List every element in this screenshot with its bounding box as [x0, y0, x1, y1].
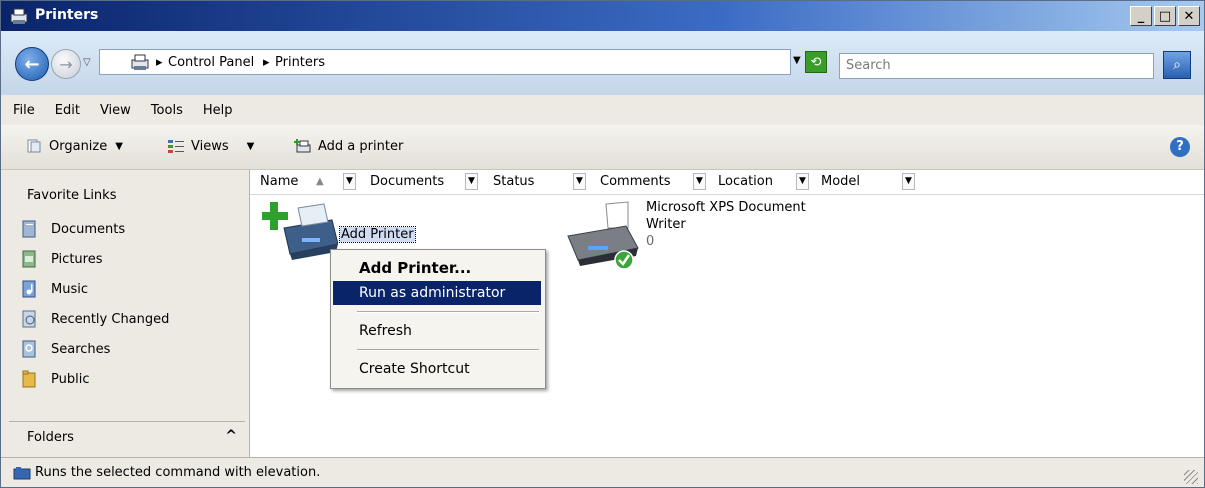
column-comments[interactable]: Comments — [600, 174, 670, 189]
printer-icon — [567, 201, 639, 270]
link-label: Recently Changed — [51, 311, 170, 327]
add-a-printer-label: Add a printer — [318, 138, 404, 154]
close-button[interactable]: ✕ — [1178, 6, 1200, 26]
address-dropdown-icon[interactable]: ▼ — [793, 55, 801, 66]
link-music[interactable]: Music — [21, 280, 88, 298]
context-menu: Add Printer... Run as administrator Refr… — [330, 249, 546, 389]
menu-help[interactable]: Help — [203, 103, 233, 118]
link-label: Public — [51, 371, 90, 387]
breadcrumb-separator-icon[interactable]: ▸ — [263, 55, 270, 70]
organize-label: Organize — [49, 138, 108, 154]
breadcrumb-separator-icon[interactable]: ▸ — [156, 55, 163, 70]
recently-changed-icon — [22, 310, 36, 328]
folders-label: Folders — [27, 429, 74, 445]
column-filter-icon[interactable]: ▼ — [796, 173, 809, 190]
add-printer-icon — [262, 202, 338, 260]
link-label: Searches — [51, 341, 111, 357]
documents-icon — [22, 220, 36, 238]
navigation-pane: Favorite Links Documents Pictures Music … — [1, 170, 250, 457]
chevron-up-icon: ^ — [225, 428, 237, 444]
music-icon — [22, 280, 36, 298]
navigation-bar: ← → ▽ ▸ Control Panel ▸ Printers ▼ ⟲ Sea… — [1, 31, 1204, 95]
ctx-create-shortcut[interactable]: Create Shortcut — [333, 357, 541, 381]
command-bar: Organize ▼ Views ▼ Add a printer ? — [1, 125, 1204, 170]
window-title: Printers — [35, 7, 99, 23]
printers-window: Printers _ □ ✕ ← → ▽ ▸ Control Panel ▸ P… — [0, 0, 1205, 488]
pictures-icon — [22, 250, 36, 268]
column-filter-icon[interactable]: ▼ — [902, 173, 915, 190]
sort-ascending-icon: ▲ — [316, 176, 324, 187]
link-label: Documents — [51, 221, 126, 237]
views-icon — [168, 140, 184, 153]
link-documents[interactable]: Documents — [21, 220, 125, 238]
printer-folder-icon — [131, 54, 149, 70]
public-folder-icon — [22, 370, 36, 388]
column-location[interactable]: Location — [718, 174, 773, 189]
link-pictures[interactable]: Pictures — [21, 250, 102, 268]
chevron-down-icon: ▼ — [246, 140, 255, 152]
breadcrumb-control-panel[interactable]: Control Panel — [168, 55, 254, 70]
ctx-add-printer[interactable]: Add Printer... — [333, 256, 541, 280]
printer-icon — [10, 8, 28, 24]
link-label: Pictures — [51, 251, 103, 267]
views-button[interactable]: Views ▼ — [167, 138, 254, 154]
search-icon[interactable]: ⌕ — [1163, 51, 1191, 79]
xps-writer-name-line1: Microsoft XPS Document — [646, 200, 806, 215]
column-status[interactable]: Status — [493, 174, 534, 189]
ctx-run-as-administrator[interactable]: Run as administrator — [333, 281, 541, 305]
add-printer-icon — [294, 139, 311, 153]
column-filter-icon[interactable]: ▼ — [573, 173, 586, 190]
search-input[interactable]: Search — [839, 53, 1154, 79]
status-bar: Runs the selected command with elevation… — [1, 457, 1204, 487]
add-printer-label: Add Printer — [339, 226, 416, 243]
xps-writer-doc-count: 0 — [646, 234, 655, 249]
minimize-button[interactable]: _ — [1130, 6, 1152, 26]
caption-buttons: _ □ ✕ — [1130, 6, 1200, 26]
address-bar[interactable]: ▸ Control Panel ▸ Printers — [99, 49, 791, 75]
elevation-icon — [13, 467, 31, 480]
ctx-refresh[interactable]: Refresh — [333, 319, 541, 343]
menu-bar: File Edit View Tools Help — [1, 95, 1204, 125]
breadcrumb-printers[interactable]: Printers — [275, 55, 325, 70]
title-bar[interactable]: Printers _ □ ✕ — [1, 1, 1204, 31]
forward-button[interactable]: → — [51, 49, 81, 79]
menu-edit[interactable]: Edit — [55, 103, 80, 118]
column-headers: Name ▲ ▼ Documents ▼ Status ▼ Comments ▼… — [250, 170, 1204, 195]
organize-button[interactable]: Organize ▼ — [25, 138, 123, 154]
link-label: Music — [51, 281, 88, 297]
column-name[interactable]: Name — [260, 174, 298, 189]
link-public[interactable]: Public — [21, 370, 89, 388]
column-documents[interactable]: Documents — [370, 174, 444, 189]
menu-view[interactable]: View — [100, 103, 131, 118]
add-a-printer-button[interactable]: Add a printer — [294, 138, 403, 154]
ctx-separator — [357, 311, 539, 313]
back-button[interactable]: ← — [15, 47, 49, 81]
maximize-button[interactable]: □ — [1154, 6, 1176, 26]
link-searches[interactable]: Searches — [21, 340, 110, 358]
favorite-links-heading: Favorite Links — [27, 188, 117, 203]
column-filter-icon[interactable]: ▼ — [465, 173, 478, 190]
views-label: Views — [191, 138, 229, 154]
xps-writer-item[interactable]: Microsoft XPS Document Writer 0 — [566, 198, 836, 278]
menu-file[interactable]: File — [13, 103, 35, 118]
column-filter-icon[interactable]: ▼ — [693, 173, 706, 190]
status-text: Runs the selected command with elevation… — [35, 465, 321, 480]
menu-tools[interactable]: Tools — [151, 103, 183, 118]
chevron-down-icon: ▼ — [115, 140, 123, 152]
resize-grip-icon[interactable] — [1184, 470, 1198, 484]
link-recently-changed[interactable]: Recently Changed — [21, 310, 169, 328]
history-dropdown-icon[interactable]: ▽ — [83, 57, 91, 68]
xps-writer-name-line2: Writer — [646, 217, 686, 232]
column-model[interactable]: Model — [821, 174, 860, 189]
help-icon[interactable]: ? — [1170, 137, 1190, 157]
refresh-icon[interactable]: ⟲ — [805, 51, 827, 73]
organize-icon — [27, 139, 41, 153]
searches-icon — [22, 340, 36, 358]
folders-toggle[interactable]: Folders ^ — [9, 421, 245, 452]
column-filter-icon[interactable]: ▼ — [343, 173, 356, 190]
ctx-separator — [357, 349, 539, 351]
